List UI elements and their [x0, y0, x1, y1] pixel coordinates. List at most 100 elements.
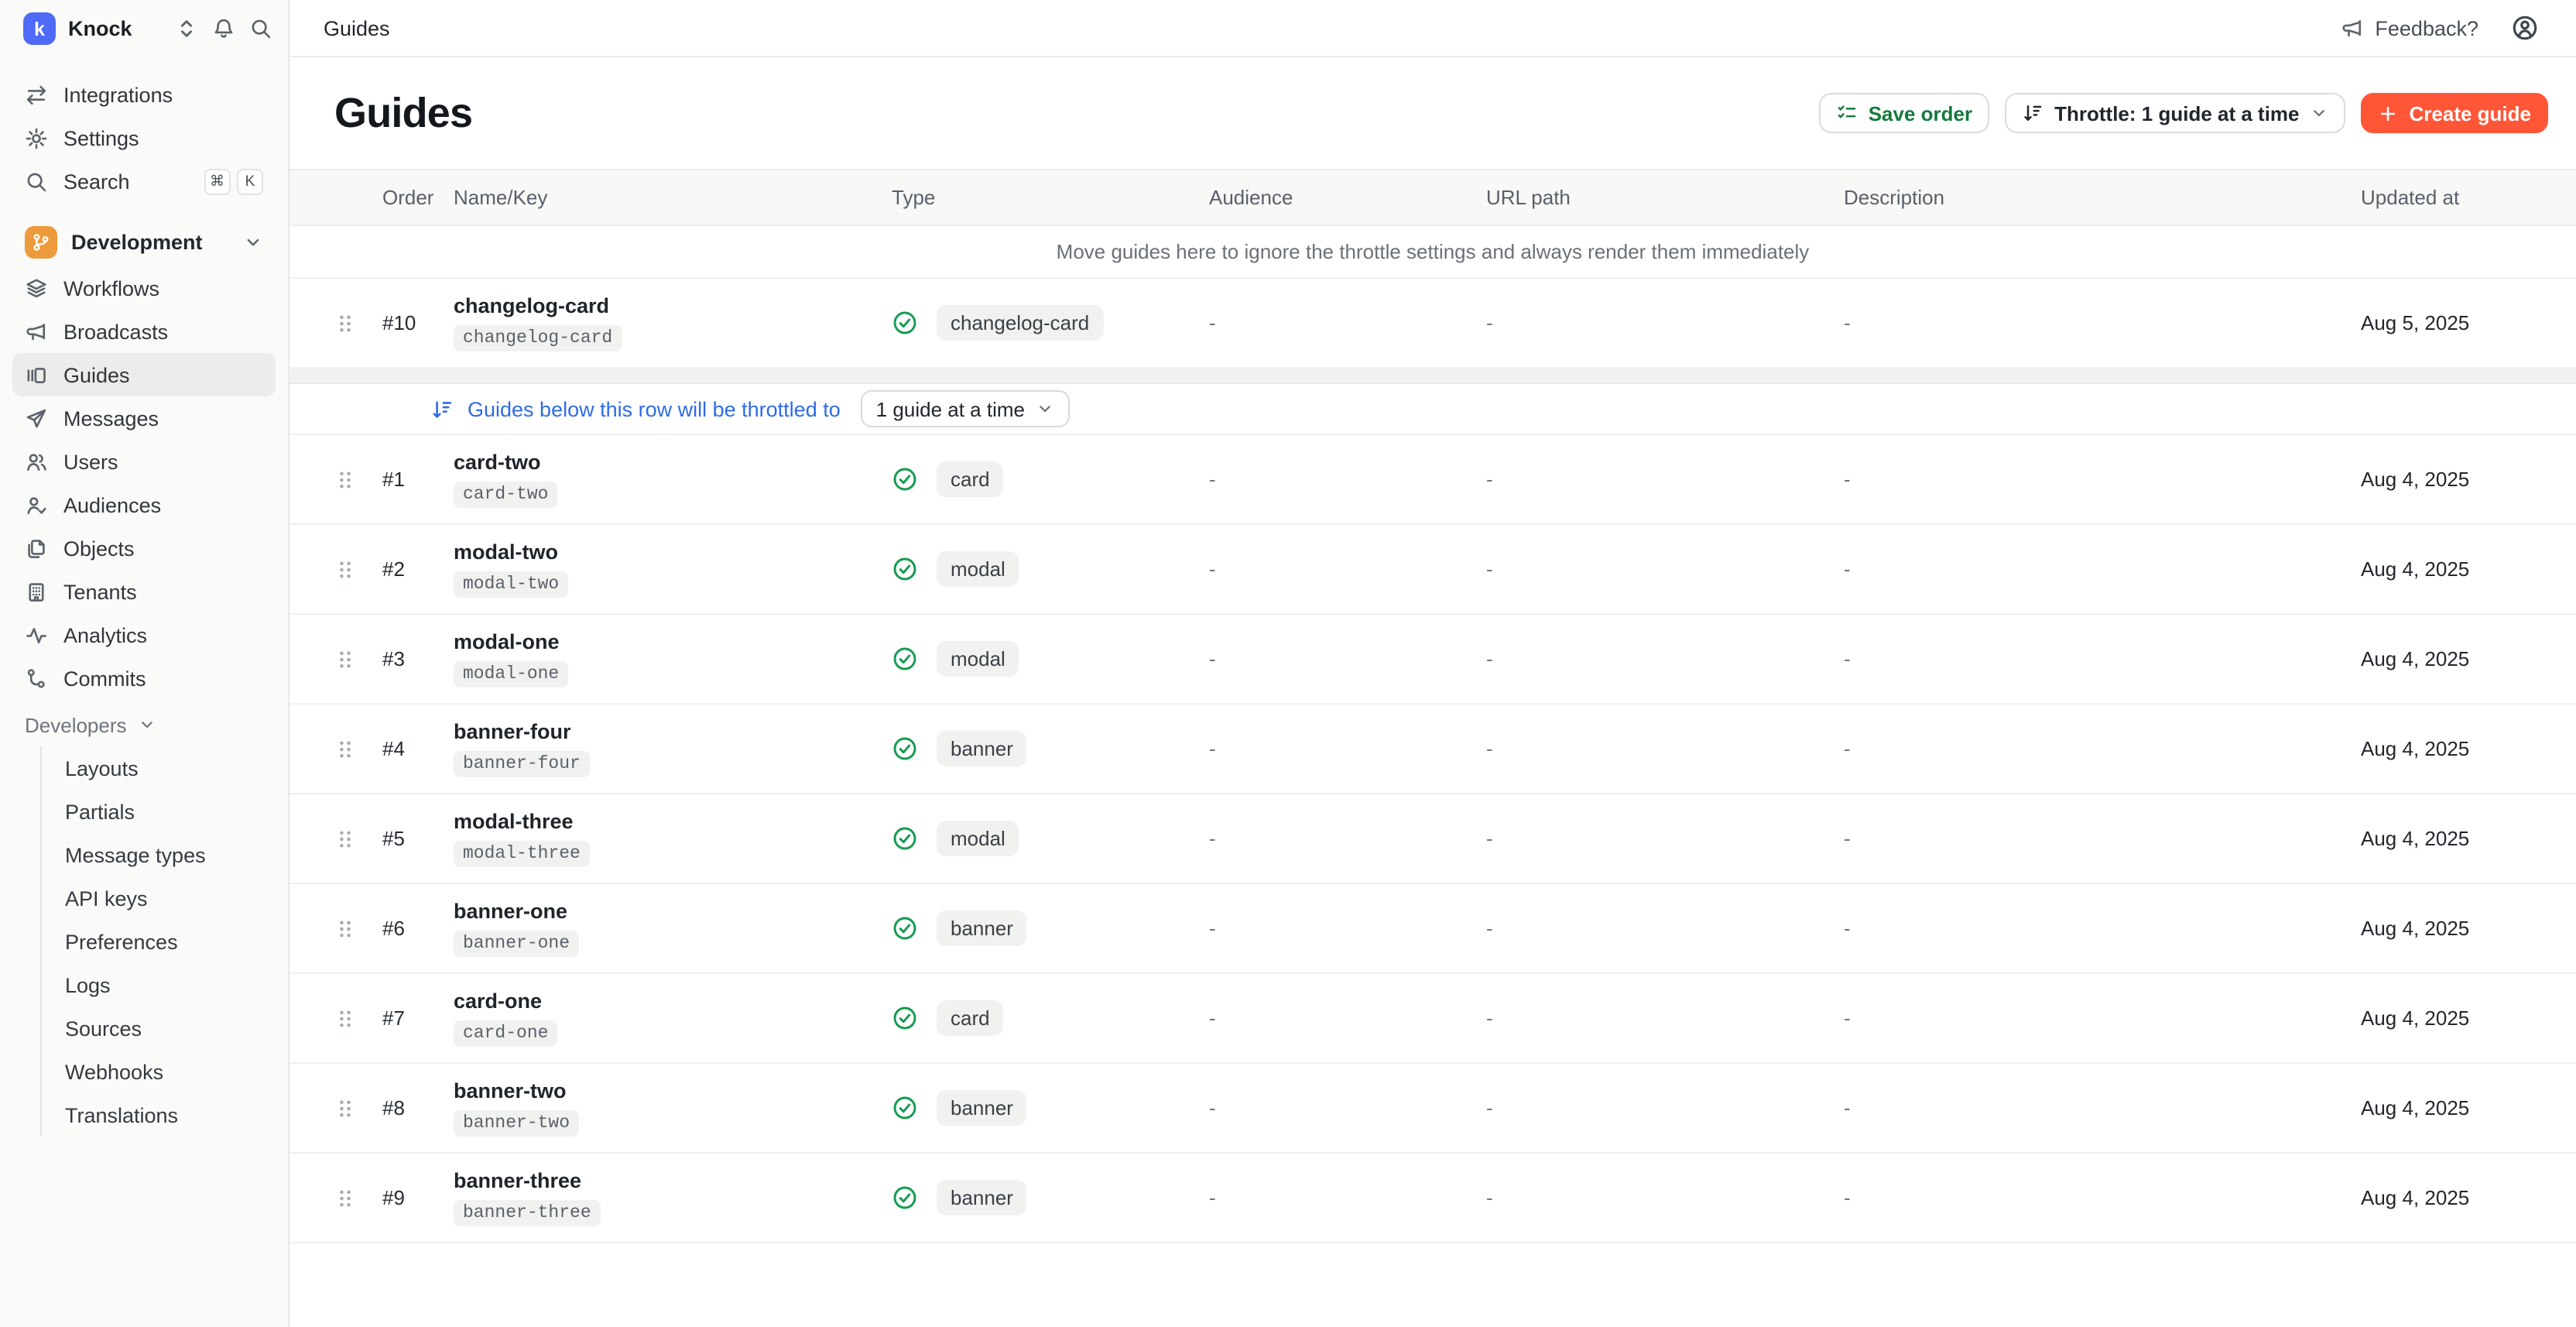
guide-name: modal-two — [454, 540, 558, 564]
sidebar-item-users[interactable]: Users — [12, 440, 276, 483]
guide-audience: - — [1209, 917, 1486, 940]
sidebar-item-messages[interactable]: Messages — [12, 396, 276, 440]
sidebar-item-logs[interactable]: Logs — [42, 963, 276, 1006]
guide-order: #3 — [382, 647, 454, 670]
drag-dots-icon — [337, 648, 353, 670]
sidebar-item-label: Objects — [63, 537, 135, 560]
table-row[interactable]: #5 modal-threemodal-three modal - - - Au… — [289, 794, 2576, 884]
table-row[interactable]: #3 modal-onemodal-one modal - - - Aug 4,… — [289, 615, 2576, 705]
guide-order: #10 — [382, 311, 454, 334]
environment-name: Development — [71, 230, 203, 253]
workspace-switcher[interactable]: k Knock — [0, 0, 288, 57]
guide-url-path: - — [1486, 647, 1844, 670]
guide-name: card-two — [454, 451, 541, 474]
sidebar-item-objects[interactable]: Objects — [12, 526, 276, 570]
column-header-type: Type — [892, 186, 1209, 209]
sidebar-item-sources[interactable]: Sources — [42, 1006, 276, 1050]
sidebar-item-label: Audiences — [63, 493, 161, 516]
guide-audience: - — [1209, 1096, 1486, 1120]
guide-key-badge: card-one — [454, 1020, 557, 1047]
sidebar-item-commits[interactable]: Commits — [12, 657, 276, 700]
drag-handle[interactable] — [289, 1097, 382, 1119]
guide-url-path: - — [1486, 311, 1844, 334]
sort-descending-icon — [2022, 102, 2043, 124]
guide-order: #1 — [382, 468, 454, 491]
table-row[interactable]: #6 banner-onebanner-one banner - - - Aug… — [289, 884, 2576, 974]
sidebar-item-message-types[interactable]: Message types — [42, 833, 276, 876]
save-order-button[interactable]: Save order — [1819, 93, 1989, 133]
drag-handle[interactable] — [289, 828, 382, 849]
sidebar-item-broadcasts[interactable]: Broadcasts — [12, 310, 276, 353]
status-check-icon — [892, 736, 918, 762]
users-icon — [25, 450, 48, 473]
table-row[interactable]: #2 modal-twomodal-two modal - - - Aug 4,… — [289, 525, 2576, 615]
guide-updated-at: Aug 4, 2025 — [2361, 1096, 2576, 1120]
column-header-url-path: URL path — [1486, 186, 1844, 209]
developers-section-toggle[interactable]: Developers — [12, 703, 276, 746]
sidebar-item-integrations[interactable]: Integrations — [12, 73, 276, 116]
chevron-down-icon — [243, 231, 263, 252]
sidebar-item-label: Search — [63, 170, 130, 193]
paper-plane-icon — [25, 406, 48, 430]
table-row[interactable]: #8 banner-twobanner-two banner - - - Aug… — [289, 1064, 2576, 1154]
environment-switcher[interactable]: Development — [12, 217, 276, 266]
user-menu-button[interactable] — [2511, 14, 2539, 42]
sidebar-item-search[interactable]: Search ⌘ K — [12, 159, 276, 203]
guide-updated-at: Aug 4, 2025 — [2361, 827, 2576, 850]
guide-updated-at: Aug 4, 2025 — [2361, 737, 2576, 760]
guide-order: #8 — [382, 1096, 454, 1120]
drag-handle[interactable] — [289, 1007, 382, 1029]
sidebar-item-api-keys[interactable]: API keys — [42, 876, 276, 920]
sidebar-item-preferences[interactable]: Preferences — [42, 920, 276, 963]
section-separator — [289, 369, 2576, 384]
drag-handle[interactable] — [289, 1187, 382, 1209]
drag-dots-icon — [337, 828, 353, 849]
sidebar-item-tenants[interactable]: Tenants — [12, 570, 276, 613]
sidebar-item-audiences[interactable]: Audiences — [12, 483, 276, 526]
sidebar-item-partials[interactable]: Partials — [42, 790, 276, 833]
sidebar-item-layouts[interactable]: Layouts — [42, 746, 276, 790]
sidebar-item-translations[interactable]: Translations — [42, 1093, 276, 1137]
guide-order: #9 — [382, 1186, 454, 1209]
feedback-button[interactable]: Feedback? — [2341, 16, 2478, 39]
guide-audience: - — [1209, 1186, 1486, 1209]
table-row[interactable]: #9 banner-threebanner-three banner - - -… — [289, 1154, 2576, 1243]
guide-type-badge: banner — [937, 1090, 1027, 1126]
drag-handle[interactable] — [289, 312, 382, 334]
chevron-down-icon — [2311, 104, 2329, 122]
guide-type-badge: banner — [937, 1180, 1027, 1216]
workspace-selector-icon[interactable] — [175, 17, 198, 40]
sidebar-item-label: Analytics — [63, 623, 147, 646]
sidebar-item-workflows[interactable]: Workflows — [12, 266, 276, 310]
feedback-label: Feedback? — [2375, 16, 2478, 39]
guide-url-path: - — [1486, 1186, 1844, 1209]
table-row[interactable]: #10 changelog-card changelog-card change… — [289, 279, 2576, 369]
sidebar-item-settings[interactable]: Settings — [12, 116, 276, 159]
drag-dots-icon — [337, 468, 353, 490]
sidebar-item-analytics[interactable]: Analytics — [12, 613, 276, 657]
throttle-limit-select[interactable]: 1 guide at a time — [861, 390, 1070, 427]
environment-branch-icon — [25, 225, 57, 258]
table-row[interactable]: #7 card-onecard-one card - - - Aug 4, 20… — [289, 974, 2576, 1064]
guide-key-badge: banner-one — [454, 931, 579, 957]
guide-name: modal-three — [454, 810, 574, 833]
sidebar-item-guides[interactable]: Guides — [12, 353, 276, 396]
guide-key-badge: banner-four — [454, 751, 590, 777]
drag-handle[interactable] — [289, 558, 382, 580]
drag-handle[interactable] — [289, 468, 382, 490]
table-row[interactable]: #4 banner-fourbanner-four banner - - - A… — [289, 705, 2576, 794]
search-icon[interactable] — [249, 17, 272, 40]
column-header-updated-at: Updated at — [2361, 186, 2576, 209]
create-guide-button[interactable]: Create guide — [2362, 93, 2549, 133]
drag-handle[interactable] — [289, 648, 382, 670]
drag-handle[interactable] — [289, 738, 382, 760]
table-row[interactable]: #1 card-twocard-two card - - - Aug 4, 20… — [289, 435, 2576, 525]
guide-description: - — [1844, 557, 2361, 581]
breadcrumb[interactable]: Guides — [324, 16, 390, 39]
notifications-bell-icon[interactable] — [212, 17, 235, 40]
sidebar-item-label: Users — [63, 450, 118, 473]
drag-handle[interactable] — [289, 917, 382, 939]
throttle-settings-button[interactable]: Throttle: 1 guide at a time — [2005, 93, 2345, 133]
guide-key-badge: modal-one — [454, 661, 568, 688]
sidebar-item-webhooks[interactable]: Webhooks — [42, 1050, 276, 1093]
